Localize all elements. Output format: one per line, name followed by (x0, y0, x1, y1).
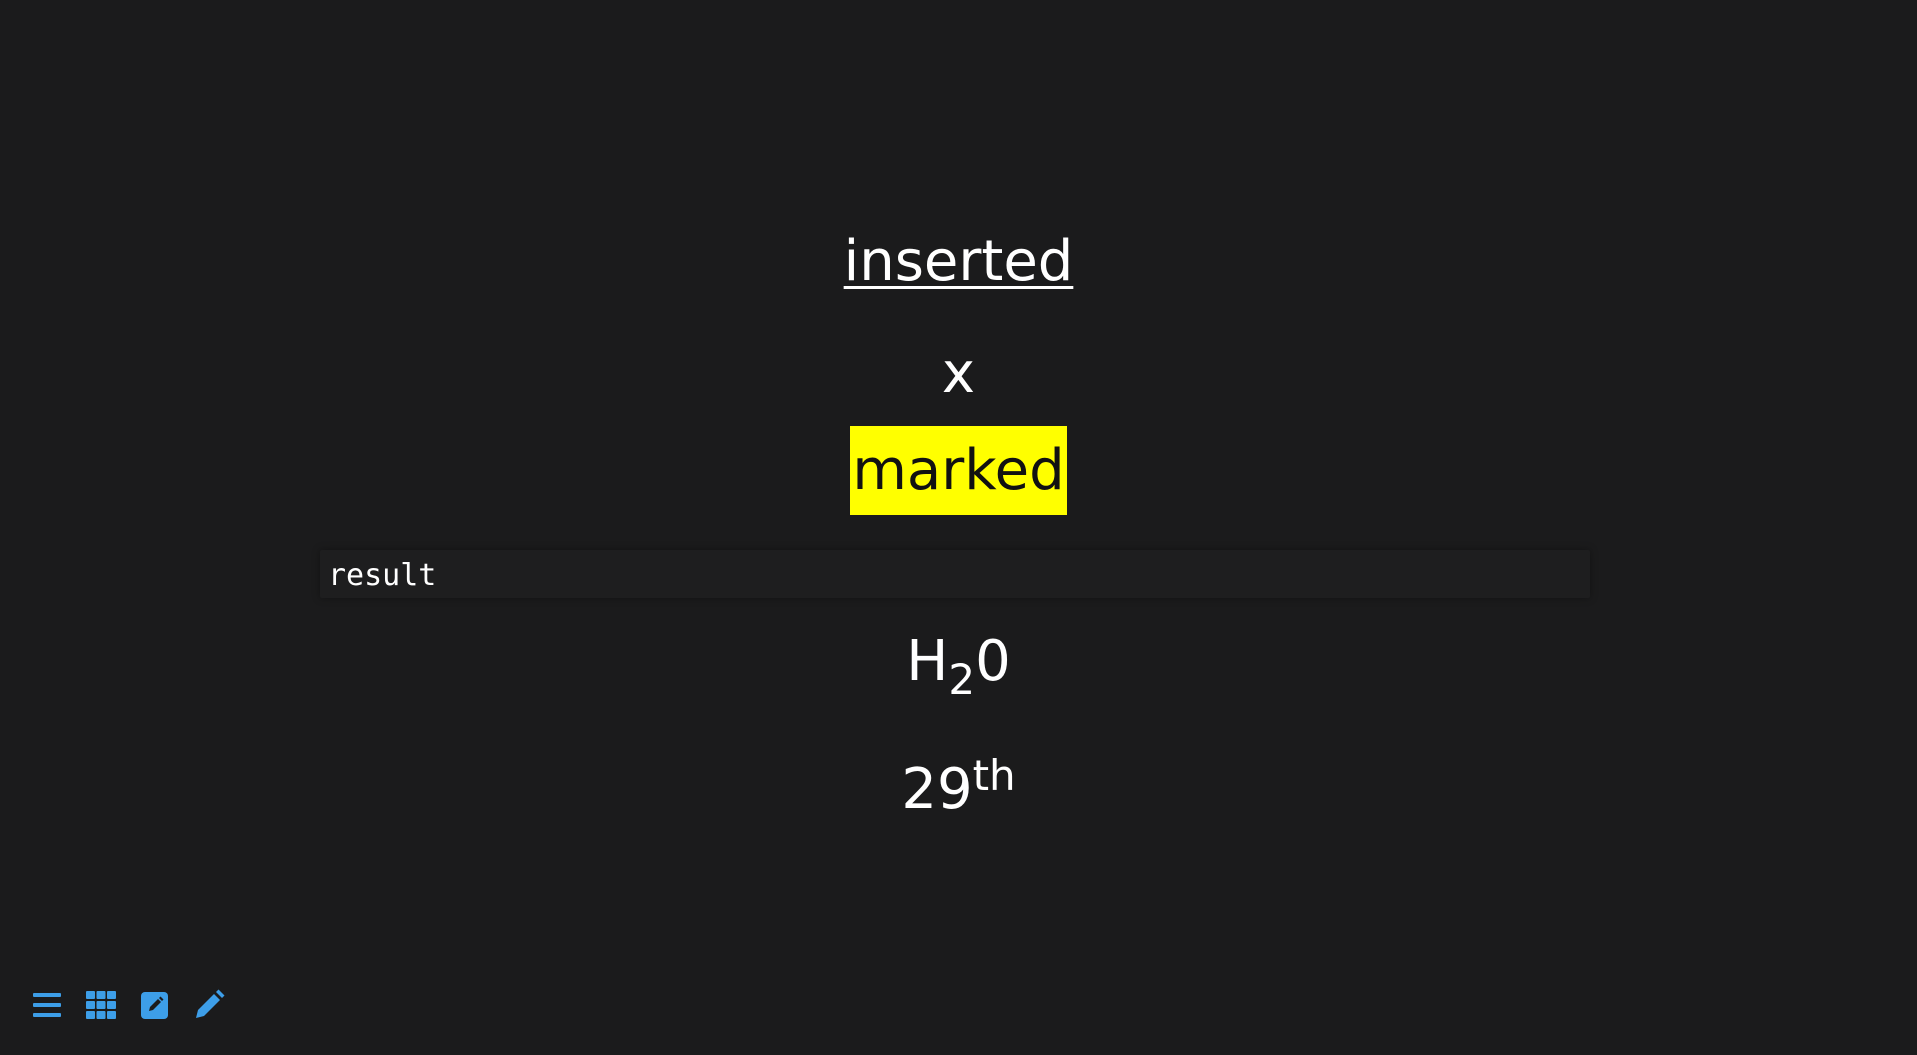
code-block: result (320, 550, 1590, 598)
menu-icon (33, 993, 61, 1017)
formula-base-o: 0 (975, 629, 1011, 694)
grid-icon (86, 991, 116, 1019)
ordinal-superscript: th (972, 751, 1016, 800)
menu-button[interactable] (30, 988, 64, 1022)
variable-text: x (941, 341, 976, 406)
formula-base-h: H (906, 629, 949, 694)
edit-square-icon (141, 992, 168, 1019)
formula-subscript: 2 (948, 655, 976, 704)
pencil-icon (196, 989, 225, 1018)
notes-button[interactable] (138, 988, 172, 1022)
marked-text-line: marked (0, 426, 1917, 515)
slide: inserted x marked result H20 29th (0, 0, 1917, 1055)
inserted-text-line: inserted (0, 234, 1917, 290)
slide-controls (30, 985, 226, 1025)
ordinal-number: 29 (901, 757, 973, 822)
ordinal-line: 29th (0, 755, 1917, 818)
inserted-text: inserted (843, 229, 1074, 294)
variable-line: x (0, 346, 1917, 402)
draw-button[interactable] (192, 988, 226, 1022)
formula-line: H20 (0, 634, 1917, 701)
overview-button[interactable] (84, 988, 118, 1022)
marked-text: marked (850, 426, 1067, 515)
code-text: result (328, 558, 437, 593)
